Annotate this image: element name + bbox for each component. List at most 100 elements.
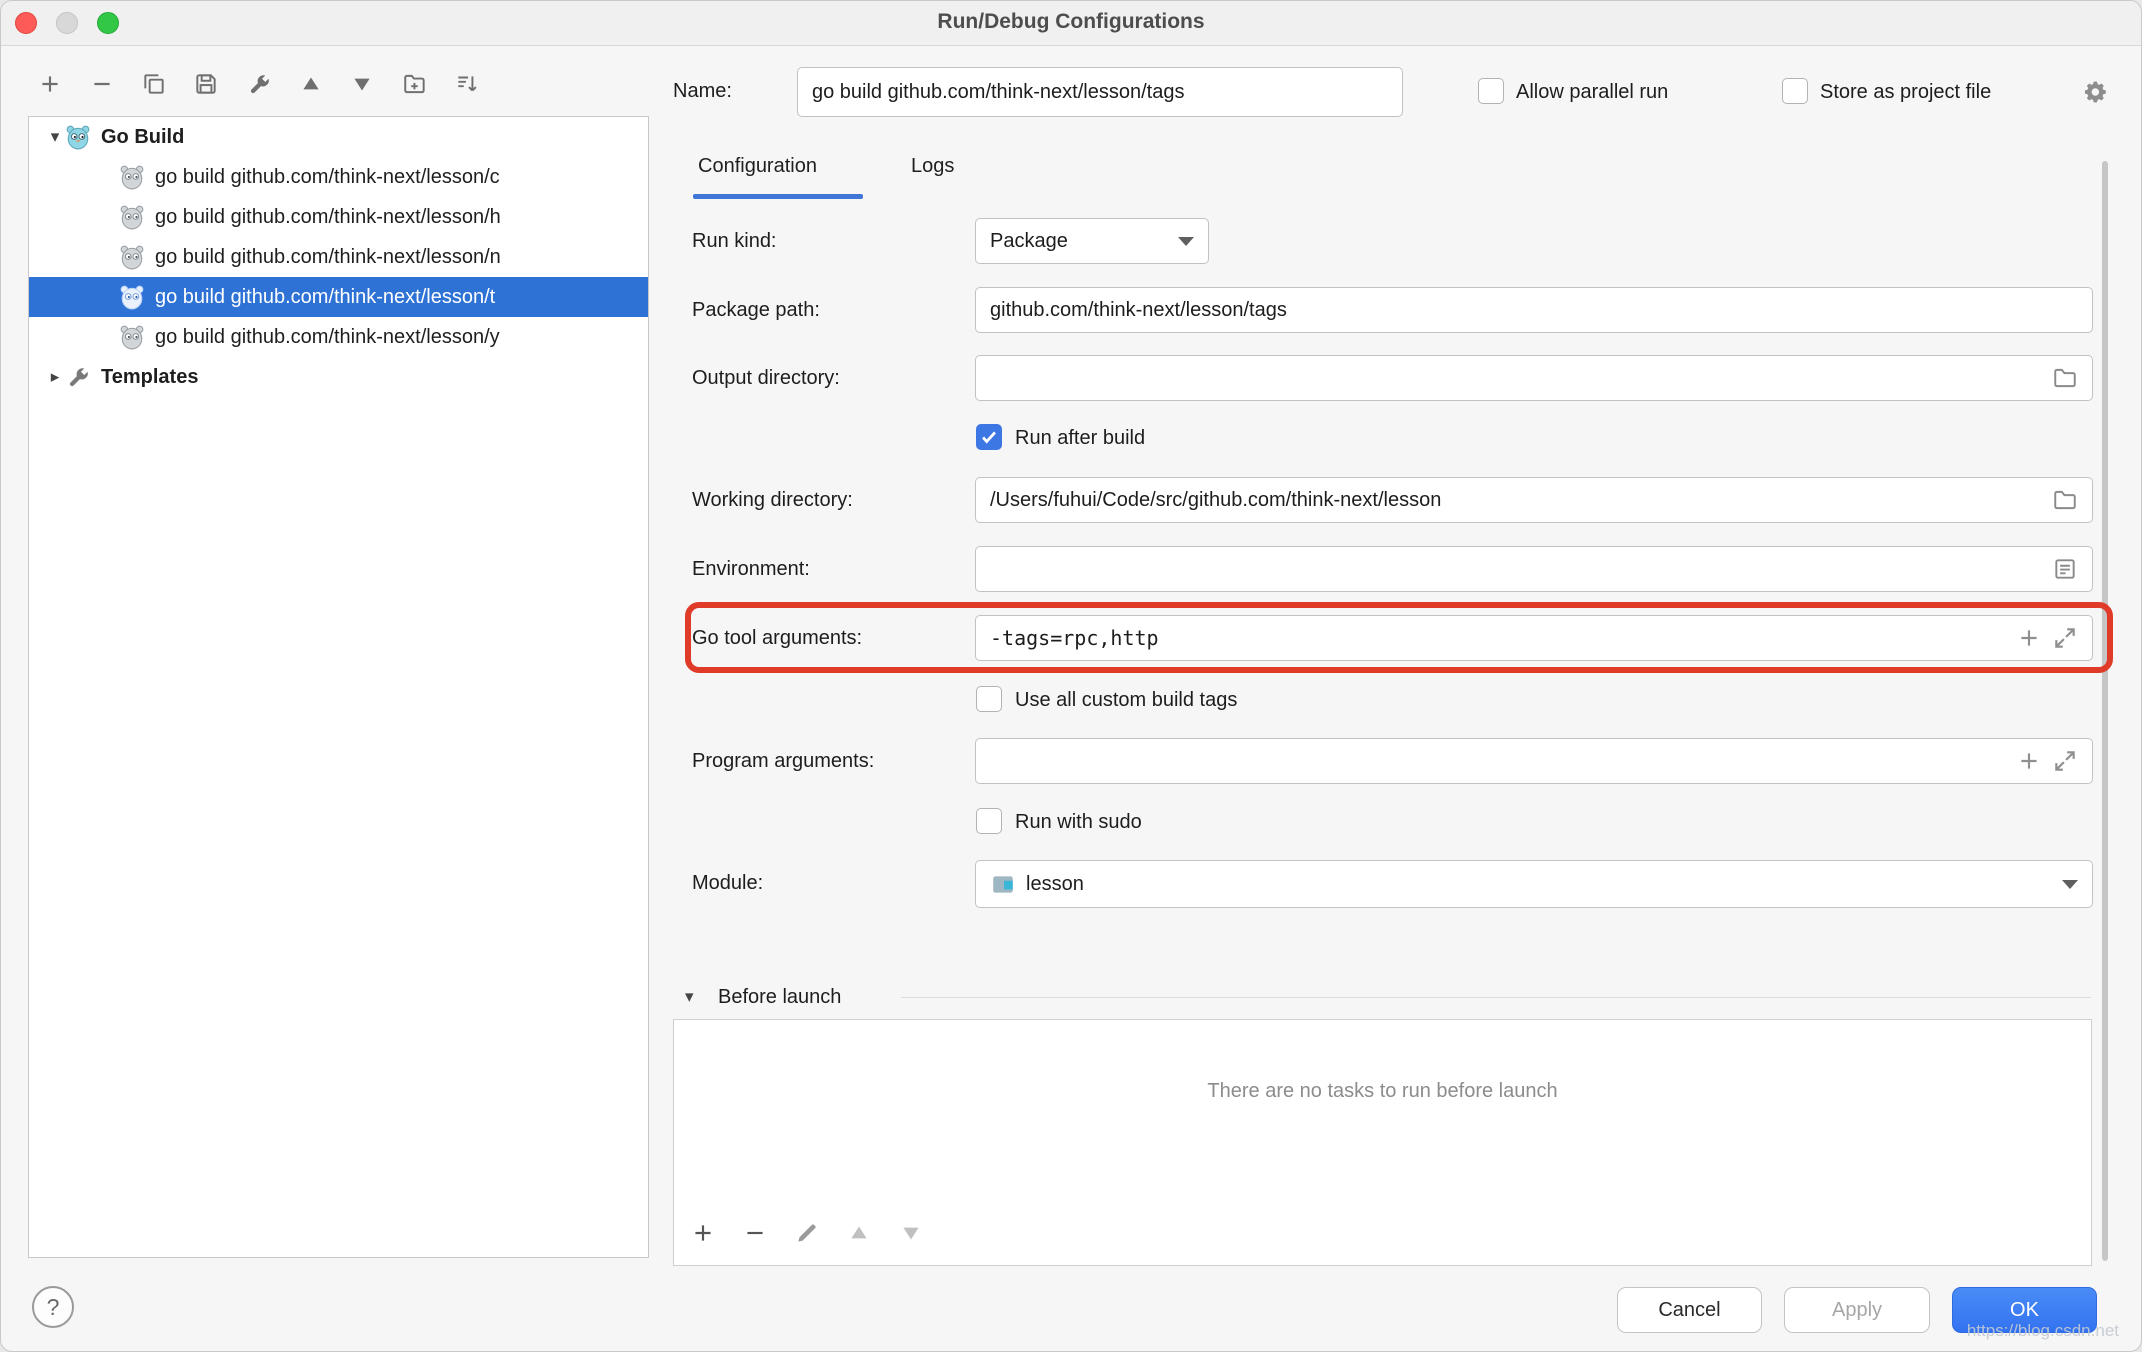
go-gopher-icon [119,324,145,350]
run-debug-configurations-dialog: Run/Debug Configurations ▾ Go Build [0,0,2142,1352]
name-input[interactable] [812,81,1388,104]
move-down-button[interactable] [345,67,379,101]
save-configuration-button[interactable] [189,67,223,101]
chevron-down-icon[interactable]: ▾ [45,127,65,147]
allow-parallel-run-label[interactable]: Allow parallel run [1516,79,1668,105]
run-kind-value: Package [990,230,1068,253]
apply-button[interactable]: Apply [1784,1287,1930,1333]
remove-configuration-button[interactable] [85,67,119,101]
module-value: lesson [1026,873,1084,896]
tree-item-config-3[interactable]: go build github.com/think-next/lesson/n [29,237,648,277]
use-all-custom-build-tags-checkbox[interactable] [976,686,1002,712]
name-label: Name: [673,78,732,104]
add-icon[interactable] [2016,625,2042,651]
output-directory-field[interactable] [975,355,2093,401]
chevron-down-icon [1178,237,1194,246]
allow-parallel-run-checkbox[interactable] [1478,78,1504,104]
go-gopher-icon [119,164,145,190]
program-arguments-label: Program arguments: [692,748,874,774]
vertical-scrollbar[interactable] [2102,161,2108,1261]
section-divider [901,997,2091,998]
tree-item-label: go build github.com/think-next/lesson/y [155,326,500,349]
run-kind-label: Run kind: [692,228,777,254]
tree-item-label: go build github.com/think-next/lesson/n [155,246,501,269]
gear-icon[interactable] [2079,75,2113,109]
configurations-tree: ▾ Go Build go build github.com/think-nex… [28,116,649,1258]
store-as-project-file-checkbox[interactable] [1782,78,1808,104]
tab-configuration[interactable]: Configuration [698,153,817,179]
add-icon[interactable] [2016,748,2042,774]
before-launch-panel: There are no tasks to run before launch [673,1019,2092,1266]
edit-templates-icon[interactable] [242,67,276,101]
working-directory-label: Working directory: [692,487,853,513]
program-arguments-input[interactable] [990,750,2006,773]
edit-icon[interactable] [790,1216,824,1250]
help-button[interactable]: ? [32,1286,74,1328]
wrench-icon [65,364,91,390]
new-folder-button[interactable] [398,67,432,101]
go-gopher-icon [119,204,145,230]
tree-item-config-5[interactable]: go build github.com/think-next/lesson/y [29,317,648,357]
window-title: Run/Debug Configurations [1,10,2141,34]
name-field[interactable] [797,67,1403,117]
active-tab-underline [693,194,863,199]
chevron-down-icon[interactable]: ▾ [685,984,694,1010]
tree-node-templates[interactable]: ▸ Templates [29,357,648,397]
expand-icon[interactable] [2052,748,2078,774]
tree-item-label: go build github.com/think-next/lesson/t [155,286,495,309]
env-list-icon[interactable] [2052,556,2078,582]
program-arguments-field[interactable] [975,738,2093,784]
run-kind-select[interactable]: Package [975,218,1209,264]
tree-node-label: Templates [101,366,198,389]
move-up-icon[interactable] [842,1216,876,1250]
copy-configuration-button[interactable] [137,67,171,101]
go-tool-arguments-input[interactable] [990,626,2006,650]
remove-icon[interactable] [738,1216,772,1250]
tree-item-config-selected[interactable]: go build github.com/think-next/lesson/t [29,277,648,317]
run-with-sudo-checkbox[interactable] [976,808,1002,834]
go-gopher-icon [65,124,91,150]
tree-item-config-2[interactable]: go build github.com/think-next/lesson/h [29,197,648,237]
working-directory-input[interactable] [990,489,2042,512]
tree-node-go-build[interactable]: ▾ Go Build [29,117,648,157]
environment-field[interactable] [975,546,2093,592]
folder-icon[interactable] [2052,365,2078,391]
expand-icon[interactable] [2052,625,2078,651]
folder-icon[interactable] [2052,487,2078,513]
before-launch-empty-text: There are no tasks to run before launch [674,1080,2091,1103]
add-icon[interactable] [686,1216,720,1250]
run-with-sudo-label[interactable]: Run with sudo [1015,809,1142,835]
watermark: https://blog.csdn.net [1967,1321,2119,1341]
package-path-field[interactable] [975,287,2093,333]
use-all-custom-build-tags-label[interactable]: Use all custom build tags [1015,687,1237,713]
go-tool-arguments-label: Go tool arguments: [692,625,862,651]
environment-input[interactable] [990,558,2042,581]
before-launch-title[interactable]: Before launch [718,984,841,1010]
sort-configurations-button[interactable] [450,67,484,101]
help-label: ? [47,1294,60,1321]
environment-label: Environment: [692,556,810,582]
store-as-project-file-label[interactable]: Store as project file [1820,79,1991,105]
run-after-build-label[interactable]: Run after build [1015,425,1145,451]
output-directory-input[interactable] [990,367,2042,390]
move-down-icon[interactable] [894,1216,928,1250]
working-directory-field[interactable] [975,477,2093,523]
package-path-input[interactable] [990,299,2078,322]
module-select[interactable]: lesson [975,860,2093,908]
tree-item-label: go build github.com/think-next/lesson/h [155,206,501,229]
go-gopher-icon [119,284,145,310]
tree-node-label: Go Build [101,126,184,149]
package-path-label: Package path: [692,297,820,323]
move-up-button[interactable] [294,67,328,101]
titlebar: Run/Debug Configurations [1,1,2141,46]
tree-item-label: go build github.com/think-next/lesson/c [155,166,500,189]
tab-logs[interactable]: Logs [911,153,954,179]
chevron-down-icon [2062,880,2078,889]
module-label: Module: [692,870,763,896]
chevron-right-icon[interactable]: ▸ [45,367,65,387]
tree-item-config-1[interactable]: go build github.com/think-next/lesson/c [29,157,648,197]
go-tool-arguments-field[interactable] [975,615,2093,661]
cancel-button[interactable]: Cancel [1617,1287,1762,1333]
run-after-build-checkbox[interactable] [976,424,1002,450]
add-configuration-button[interactable] [33,67,67,101]
